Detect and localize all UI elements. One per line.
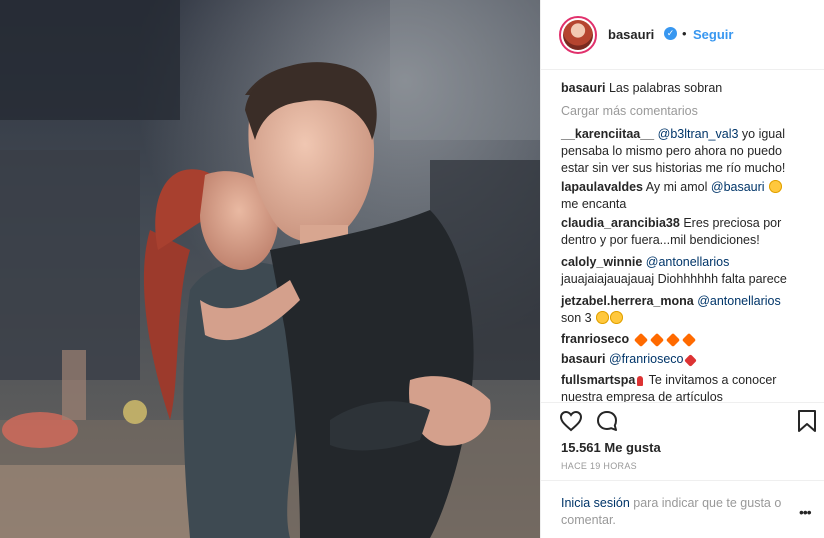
comment-item: lapaulavaldes Ay mi amol @basauri me enc…	[561, 179, 791, 213]
comment-username[interactable]: __karenciitaa__	[561, 127, 654, 141]
caption-username[interactable]: basauri	[561, 81, 605, 95]
sparkle-emoji	[633, 332, 648, 348]
comment-mention[interactable]: @antonellarios	[697, 294, 781, 308]
post-timestamp: HACE 19 HORAS	[561, 461, 637, 471]
comment-username[interactable]: franrioseco	[561, 332, 629, 346]
avatar-image	[563, 20, 593, 50]
caption-text: Las palabras sobran	[608, 81, 723, 95]
sparkle-emoji	[665, 332, 680, 348]
comment-username[interactable]: fullsmartspa	[561, 373, 635, 387]
likes-count[interactable]: 15.561 Me gusta	[561, 440, 661, 455]
comment-item: claudia_arancibia38 Eres preciosa por de…	[561, 215, 791, 249]
bookmark-icon[interactable]	[797, 409, 817, 438]
load-more-comments-button[interactable]: Cargar más comentarios	[561, 104, 698, 118]
comments-list[interactable]: basauri Las palabras sobran Cargar más c…	[541, 80, 824, 402]
post-photo[interactable]	[0, 0, 540, 538]
verified-badge-icon: ✓	[664, 27, 677, 40]
comment-item: franrioseco	[561, 331, 791, 348]
login-prompt: Inicia sesión para indicar que te gusta …	[541, 480, 824, 538]
follow-button[interactable]: Seguir	[693, 27, 733, 42]
comment-text: son 3	[561, 311, 592, 325]
photo-illustration	[0, 0, 540, 538]
heart-eyes-emoji	[769, 180, 783, 193]
separator-dot: •	[682, 26, 687, 41]
pin-emoji	[637, 376, 644, 386]
comment-username[interactable]: claudia_arancibia38	[561, 216, 680, 230]
heart-emoji	[684, 354, 698, 367]
comment-item: __karenciitaa__ @b3ltran_val3 yo igual p…	[561, 126, 791, 177]
action-bar	[541, 402, 824, 438]
header-username[interactable]: basauri	[608, 27, 654, 42]
comment-text: Ay mi amol	[645, 180, 708, 194]
comment-text: me encanta	[561, 197, 627, 211]
laughing-emoji	[596, 311, 610, 324]
comment-item: basauri @franrioseco	[561, 351, 791, 368]
comment-mention[interactable]: @antonellarios	[646, 255, 730, 269]
comment-mention[interactable]: @basauri	[711, 180, 765, 194]
ellipsis-icon[interactable]: •••	[799, 504, 812, 520]
comment-mention[interactable]: @franrioseco	[609, 352, 684, 366]
comment-text: jauajaiajauajauaj Diohhhhhh falta parece	[561, 272, 787, 286]
comment-item: jetzabel.herrera_mona @antonellarios son…	[561, 293, 791, 327]
comment-mention[interactable]: @b3ltran_val3	[658, 127, 739, 141]
sparkle-emoji	[649, 332, 664, 348]
laughing-emoji	[610, 311, 624, 324]
comment-username[interactable]: caloly_winnie	[561, 255, 642, 269]
instagram-post-modal: basauri ✓ • Seguir basauri Las palabras …	[0, 0, 824, 538]
login-link[interactable]: Inicia sesión	[561, 496, 630, 510]
post-header: basauri ✓ • Seguir	[541, 0, 824, 70]
comment-username[interactable]: jetzabel.herrera_mona	[561, 294, 694, 308]
comment-icon[interactable]	[595, 409, 619, 438]
heart-icon[interactable]	[559, 409, 583, 438]
caption: basauri Las palabras sobran	[561, 80, 791, 97]
post-sidebar: basauri ✓ • Seguir basauri Las palabras …	[540, 0, 824, 538]
profile-avatar[interactable]	[559, 16, 597, 54]
comment-item: caloly_winnie @antonellarios jauajaiajau…	[561, 254, 791, 288]
login-prompt-text: Inicia sesión para indicar que te gusta …	[561, 495, 797, 529]
sparkle-emoji	[681, 332, 696, 348]
comment-username[interactable]: lapaulavaldes	[561, 180, 643, 194]
comment-username[interactable]: basauri	[561, 352, 605, 366]
comment-item: fullsmartspa Te invitamos a conocer nues…	[561, 372, 791, 402]
